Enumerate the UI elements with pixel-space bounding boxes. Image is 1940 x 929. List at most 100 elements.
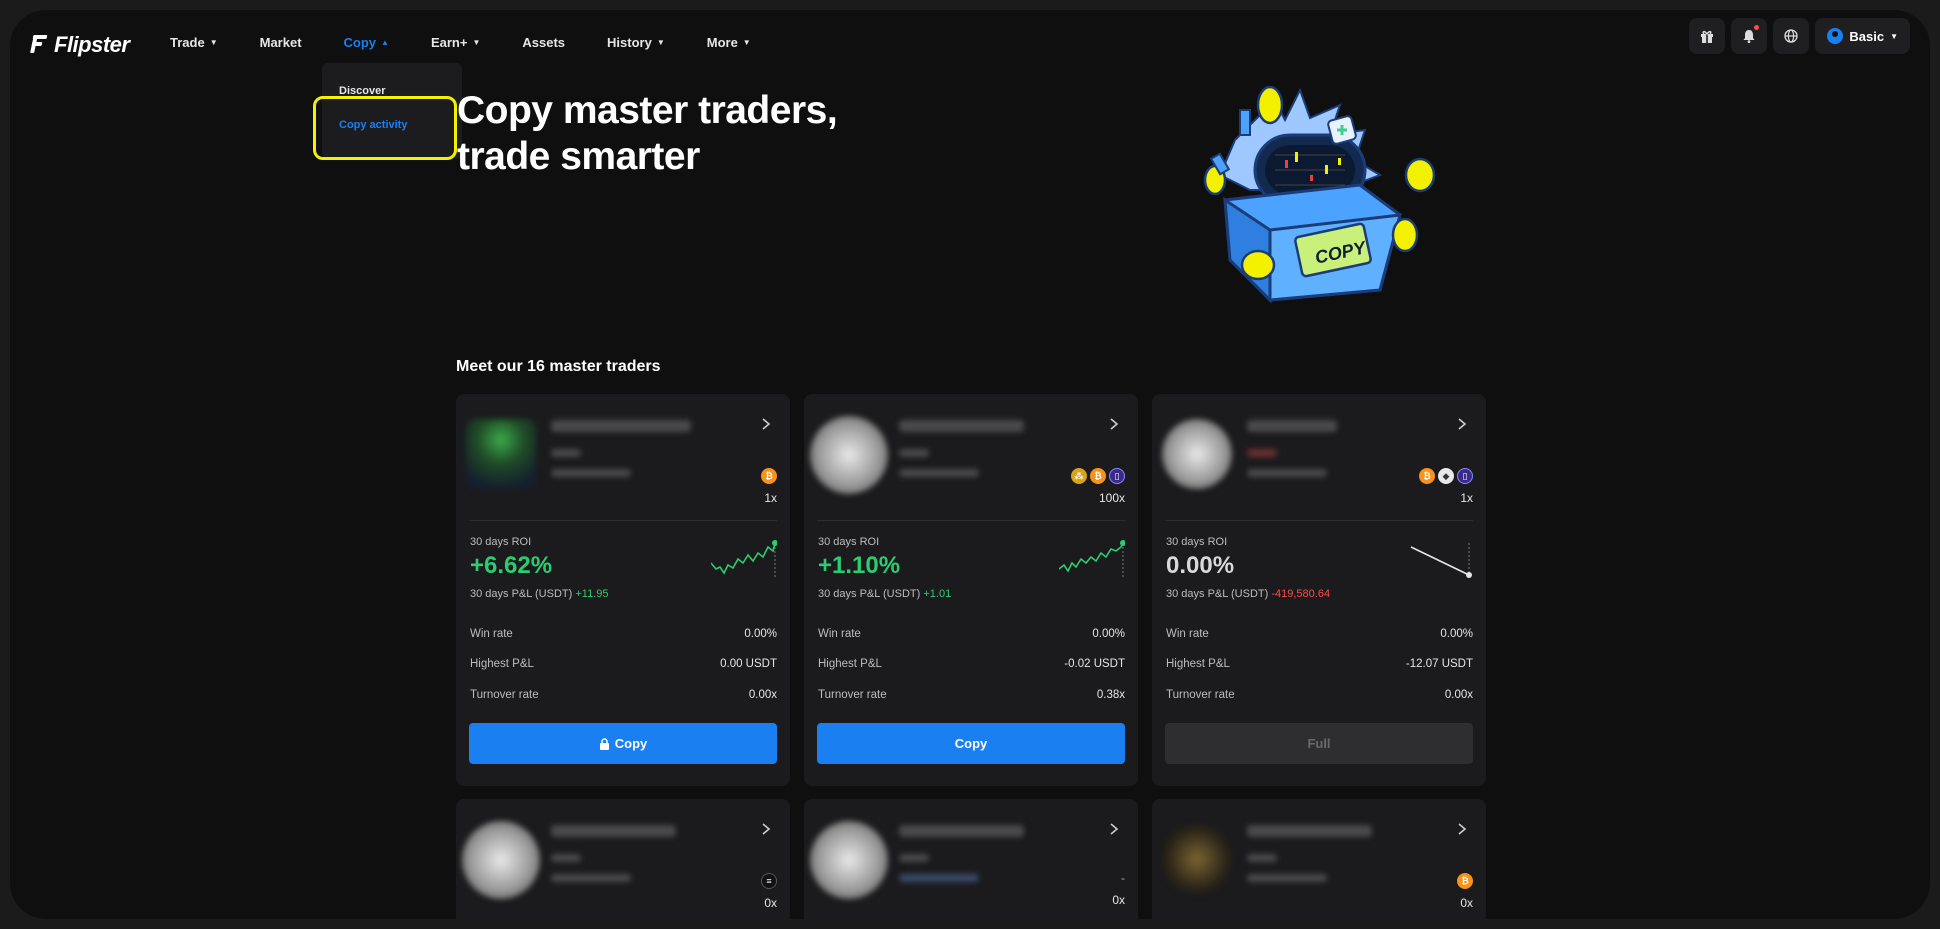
bitcoin-icon: ₿ bbox=[1457, 873, 1473, 889]
roi-value: +1.10% bbox=[818, 552, 901, 579]
nav-earn[interactable]: Earn+ ▼ bbox=[431, 35, 480, 50]
ethereum-icon: ◆ bbox=[1438, 468, 1454, 484]
leverage: 1x bbox=[1460, 491, 1473, 505]
traded-coins: ⁂ ₿ ▯ bbox=[1071, 468, 1125, 484]
account-menu-button[interactable]: Basic ▼ bbox=[1815, 18, 1910, 54]
roi-sparkline bbox=[1059, 540, 1125, 579]
chevron-right-icon[interactable] bbox=[1108, 823, 1120, 835]
traded-coins: - bbox=[1121, 871, 1125, 885]
language-button[interactable] bbox=[1773, 18, 1810, 54]
trader-card[interactable]: ≡ 0x bbox=[456, 799, 790, 919]
leverage: 100x bbox=[1098, 491, 1125, 505]
stat-turnover-rate: Turnover rate 0.38x bbox=[818, 689, 1125, 701]
trader-avatar bbox=[1162, 824, 1232, 894]
trader-avatar bbox=[810, 821, 888, 899]
roi-label: 30 days ROI bbox=[1166, 536, 1228, 548]
stat-turnover-rate: Turnover rate 0.00x bbox=[1166, 689, 1473, 701]
trader-card[interactable]: ₿ ◆ ▯ 1x 30 days ROI 0.00% 30 days P&L (… bbox=[1152, 394, 1486, 786]
pnl-row: 30 days P&L (USDT) -419,580.64 bbox=[1166, 588, 1331, 600]
solana-icon: ≡ bbox=[761, 873, 777, 889]
divider bbox=[817, 520, 1125, 521]
nav-assets[interactable]: Assets bbox=[522, 35, 565, 50]
chevron-right-icon[interactable] bbox=[1456, 823, 1468, 835]
nav-history[interactable]: History ▼ bbox=[607, 35, 665, 50]
roi-value: 0.00% bbox=[1166, 552, 1235, 579]
trader-name-blurred bbox=[551, 420, 691, 432]
trader-card[interactable]: ₿ 1x 30 days ROI +6.62% 30 days P&L (USD… bbox=[456, 394, 790, 786]
trader-avatar bbox=[810, 416, 888, 494]
nav-market[interactable]: Market bbox=[260, 35, 302, 50]
nav-copy[interactable]: Copy ▲ bbox=[344, 35, 389, 50]
app-frame: Flipster Trade ▼ Market Copy ▲ Earn+ ▼ Asse… bbox=[10, 10, 1930, 919]
chevron-down-icon: ▼ bbox=[1890, 31, 1898, 41]
traded-coins: ₿ bbox=[1457, 873, 1473, 889]
bitcoin-icon: ₿ bbox=[1090, 468, 1106, 484]
roi-sparkline bbox=[1410, 543, 1472, 579]
trader-card[interactable]: - 0x bbox=[804, 799, 1138, 919]
top-nav: Flipster Trade ▼ Market Copy ▲ Earn+ ▼ Asse… bbox=[10, 10, 1930, 80]
trader-card[interactable]: ₿ 0x bbox=[1152, 799, 1486, 919]
stat-win-rate: Win rate 0.00% bbox=[470, 628, 777, 640]
leverage: 1x bbox=[764, 491, 777, 505]
pnl-value: +1.01 bbox=[923, 588, 952, 600]
pnl-row: 30 days P&L (USDT) +11.95 bbox=[470, 588, 609, 600]
main-menu: Trade ▼ Market Copy ▲ Earn+ ▼ Assets Histor… bbox=[170, 35, 793, 50]
chevron-right-icon[interactable] bbox=[1456, 418, 1468, 430]
coin-icon: ⁂ bbox=[1071, 468, 1087, 484]
leverage: 0x bbox=[1460, 896, 1473, 910]
hero-title: Copy master traders, trade smarter bbox=[457, 89, 838, 178]
leverage: 0x bbox=[1112, 893, 1125, 907]
coin-icon: ▯ bbox=[1457, 468, 1473, 484]
gift-button[interactable] bbox=[1689, 18, 1726, 54]
stat-highest-pnl: Highest P&L -12.07 USDT bbox=[1166, 658, 1473, 670]
trader-card[interactable]: ⁂ ₿ ▯ 100x 30 days ROI +1.10% 30 days P&… bbox=[804, 394, 1138, 786]
notifications-button[interactable] bbox=[1731, 18, 1768, 54]
trader-name-blurred bbox=[1247, 420, 1337, 432]
user-icon bbox=[1827, 28, 1844, 44]
pnl-value: +11.95 bbox=[575, 588, 609, 600]
stat-win-rate: Win rate 0.00% bbox=[818, 628, 1125, 640]
pnl-row: 30 days P&L (USDT) +1.01 bbox=[818, 588, 952, 600]
roi-label: 30 days ROI bbox=[470, 536, 532, 548]
roi-label: 30 days ROI bbox=[818, 536, 880, 548]
bitcoin-icon: ₿ bbox=[761, 468, 777, 484]
section-title: Meet our 16 master traders bbox=[456, 358, 661, 375]
divider bbox=[469, 520, 777, 521]
lock-icon bbox=[599, 737, 609, 750]
nav-more[interactable]: More ▼ bbox=[707, 35, 751, 50]
copy-button[interactable]: Copy bbox=[469, 723, 777, 764]
gift-icon bbox=[1701, 30, 1714, 43]
full-button[interactable]: Full bbox=[1165, 723, 1473, 764]
flipster-logo-icon bbox=[30, 35, 48, 55]
brand-name: Flipster bbox=[54, 32, 130, 57]
chevron-right-icon[interactable] bbox=[760, 418, 772, 430]
trader-name-blurred bbox=[899, 825, 1024, 837]
chevron-up-icon: ▲ bbox=[381, 38, 389, 47]
focus-highlight bbox=[313, 96, 457, 160]
traded-coins: ≡ bbox=[761, 873, 777, 889]
brand-logo[interactable]: Flipster bbox=[30, 32, 130, 58]
chevron-down-icon: ▼ bbox=[656, 38, 665, 47]
traded-coins: ₿ ◆ ▯ bbox=[1419, 468, 1473, 484]
chevron-down-icon: ▼ bbox=[209, 38, 218, 47]
traded-coins: ₿ bbox=[761, 468, 777, 484]
trader-name-blurred bbox=[1247, 825, 1372, 837]
copy-button[interactable]: Copy bbox=[817, 723, 1125, 764]
stat-win-rate: Win rate 0.00% bbox=[1166, 628, 1473, 640]
coin-icon: ▯ bbox=[1109, 468, 1125, 484]
stat-highest-pnl: Highest P&L -0.02 USDT bbox=[818, 658, 1125, 670]
leverage: 0x bbox=[764, 896, 777, 910]
copy-box-illustration: COPY bbox=[1203, 85, 1436, 304]
chevron-right-icon[interactable] bbox=[1108, 418, 1120, 430]
chevron-right-icon[interactable] bbox=[760, 823, 772, 835]
nav-actions: Basic ▼ bbox=[1689, 18, 1910, 54]
trader-avatar bbox=[462, 821, 540, 899]
roi-value: +6.62% bbox=[470, 552, 553, 579]
chevron-down-icon: ▼ bbox=[742, 38, 751, 47]
divider bbox=[1165, 520, 1473, 521]
trader-name-blurred bbox=[551, 825, 676, 837]
trader-name-blurred bbox=[899, 420, 1024, 432]
stat-highest-pnl: Highest P&L 0.00 USDT bbox=[470, 658, 777, 670]
nav-trade[interactable]: Trade ▼ bbox=[170, 35, 218, 50]
trader-avatar bbox=[466, 419, 536, 489]
